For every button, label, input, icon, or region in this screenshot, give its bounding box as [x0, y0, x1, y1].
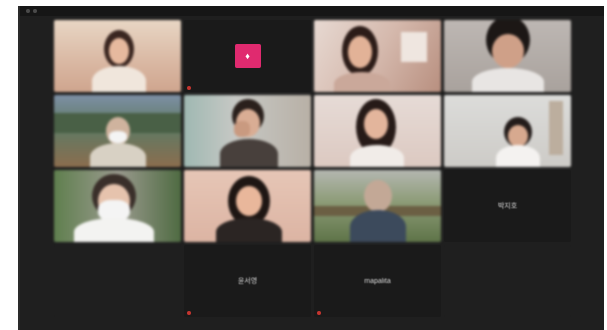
avatar: ♦	[234, 44, 261, 68]
meeting-window: ♦ 박지호 윤서영 mapalita	[18, 6, 604, 330]
window-control-icon[interactable]	[33, 9, 37, 13]
participant-name: mapalita	[364, 277, 391, 285]
video-tile[interactable]	[444, 20, 571, 92]
title-bar	[20, 6, 604, 16]
participant-name: 박지호	[497, 203, 518, 210]
muted-icon	[187, 86, 191, 90]
video-tile[interactable]	[184, 95, 311, 167]
video-tile[interactable]	[54, 170, 181, 242]
video-tile[interactable]	[184, 170, 311, 242]
user-icon: ♦	[245, 51, 250, 61]
avatar-tile[interactable]: ♦	[184, 20, 311, 92]
empty-tile	[54, 245, 181, 317]
video-tile[interactable]	[314, 20, 441, 92]
participant-name-tile[interactable]: mapalita	[314, 245, 441, 317]
gallery-view: ♦ 박지호 윤서영 mapalita	[54, 20, 571, 317]
participant-name-tile[interactable]: 윤서영	[184, 245, 311, 317]
participant-name-tile[interactable]: 박지호	[444, 170, 571, 242]
video-tile[interactable]	[444, 95, 571, 167]
muted-icon	[187, 311, 191, 315]
window-control-icon[interactable]	[26, 9, 30, 13]
video-tile[interactable]	[54, 95, 181, 167]
video-tile[interactable]	[54, 20, 181, 92]
video-tile[interactable]	[314, 170, 441, 242]
empty-tile	[444, 245, 571, 317]
video-tile[interactable]	[314, 95, 441, 167]
participant-name: 윤서영	[237, 278, 258, 285]
muted-icon	[317, 311, 321, 315]
